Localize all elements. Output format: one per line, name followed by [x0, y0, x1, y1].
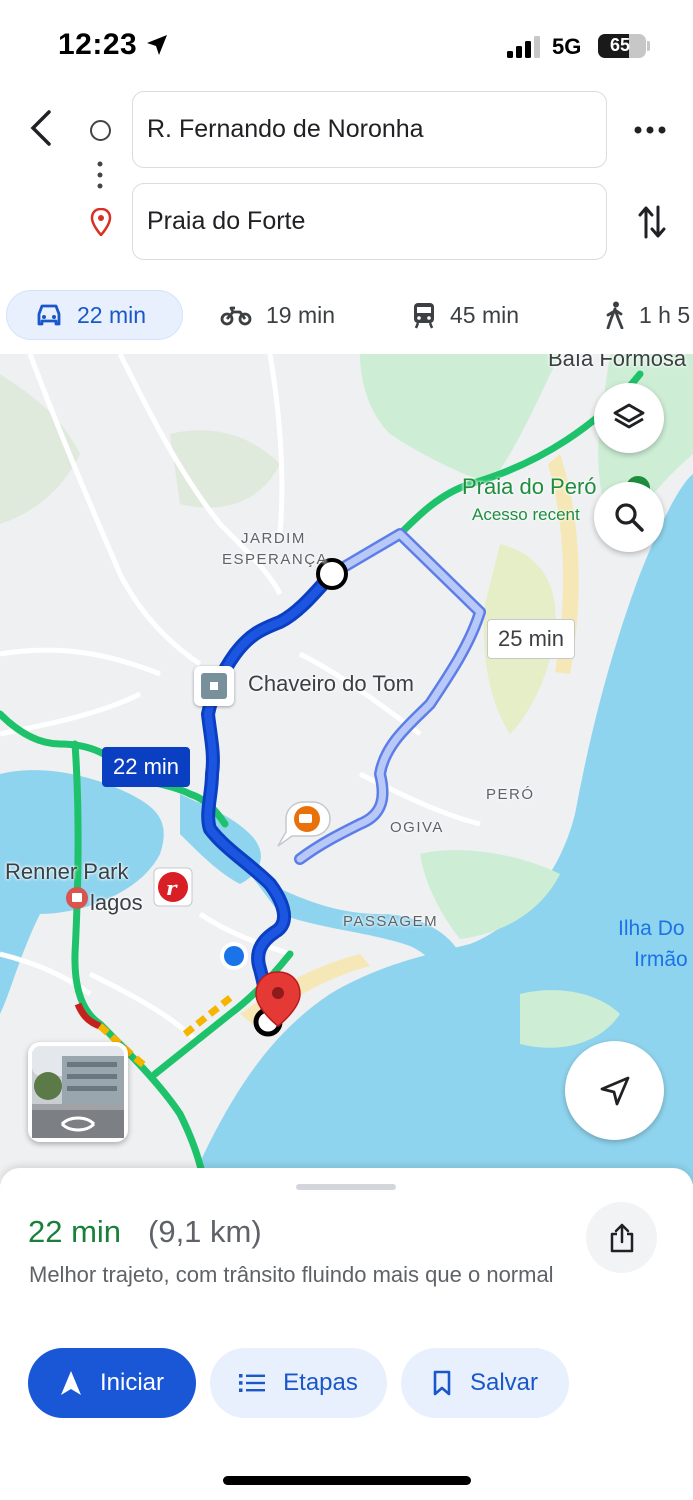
poi-marker[interactable]	[194, 666, 234, 706]
route-alternate-label[interactable]: 25 min	[487, 619, 576, 659]
tab-transit-label: 45 min	[450, 301, 520, 328]
map-label-ilha-line2: Irmão	[634, 948, 688, 971]
origin-input[interactable]: R. Fernando de Noronha	[132, 91, 607, 168]
share-button[interactable]	[586, 1202, 657, 1273]
network-type: 5G	[552, 34, 582, 59]
travel-mode-tabs: 22 min 19 min 45 min 1 h 5	[0, 288, 693, 344]
transit-icon	[414, 303, 434, 329]
route-eta: 22 min	[28, 1214, 122, 1249]
map-label-jardim: JARDIM	[241, 530, 306, 547]
battery-percent: 65	[609, 35, 631, 55]
start-label: Iniciar	[99, 1369, 165, 1396]
list-icon	[239, 1374, 266, 1392]
tab-transit[interactable]: 45 min	[412, 290, 519, 340]
navigation-arrow-icon	[600, 1076, 629, 1105]
map-label-pero: PERÓ	[486, 786, 535, 803]
map-label-esperanca: ESPERANÇA	[222, 551, 329, 568]
chevron-left-icon	[30, 110, 51, 146]
tab-motorcycle-label: 19 min	[266, 301, 336, 328]
tab-motorcycle[interactable]: 19 min	[220, 290, 335, 340]
steps-button[interactable]: Etapas	[210, 1348, 387, 1418]
map-label-ogiva: OGIVA	[390, 819, 444, 836]
route-distance: (9,1 km)	[148, 1214, 262, 1249]
map-label-acesso-recente: Acesso recent	[472, 505, 580, 524]
street-view-thumbnail[interactable]	[28, 1042, 128, 1142]
tab-walking-label: 1 h 5	[639, 301, 691, 328]
battery-icon: 65	[598, 34, 646, 58]
origin-marker-icon	[90, 120, 111, 141]
walk-icon	[606, 301, 624, 329]
swap-vertical-icon	[638, 205, 666, 239]
layers-button[interactable]	[594, 383, 664, 453]
map-view[interactable]: r Baía Formosa Praia do Peró Acesso rece…	[0, 354, 693, 1184]
save-label: Salvar	[469, 1369, 539, 1396]
route-dots-icon	[97, 161, 103, 189]
layers-icon	[613, 403, 645, 429]
steps-label: Etapas	[283, 1369, 358, 1396]
map-label-renner-park: Renner Park	[5, 859, 129, 884]
save-button[interactable]: Salvar	[401, 1348, 569, 1418]
sheet-drag-handle[interactable]	[296, 1184, 396, 1190]
more-options-button[interactable]	[628, 110, 672, 150]
tab-walking[interactable]: 1 h 5	[605, 290, 690, 340]
home-indicator[interactable]	[223, 1476, 471, 1485]
start-navigation-button[interactable]: Iniciar	[28, 1348, 196, 1418]
map-label-lagos: lagos	[90, 890, 143, 915]
status-bar: 12:23 5G 65	[0, 0, 693, 88]
route-summary-sheet: 22 min (9,1 km) Melhor trajeto, com trân…	[0, 1168, 693, 1500]
swap-button[interactable]	[632, 200, 672, 244]
map-label-chaveiro: Chaveiro do Tom	[248, 671, 414, 696]
route-description: Melhor trajeto, com trânsito fluindo mai…	[29, 1262, 554, 1287]
map-label-baia-formosa: Baía Formosa	[548, 354, 687, 371]
street-view-image	[32, 1046, 124, 1138]
motorcycle-icon	[220, 306, 252, 326]
map-label-passagem: PASSAGEM	[343, 913, 439, 930]
tab-driving[interactable]: 22 min	[6, 290, 183, 340]
destination-input[interactable]: Praia do Forte	[132, 183, 607, 260]
svg-text:r: r	[166, 876, 178, 900]
car-icon	[37, 304, 61, 326]
bookmark-icon	[433, 1370, 451, 1396]
tab-driving-label: 22 min	[77, 301, 147, 328]
recenter-button[interactable]	[565, 1041, 664, 1140]
back-button[interactable]	[22, 106, 58, 150]
more-horizontal-icon	[634, 126, 666, 134]
route-primary-label[interactable]: 22 min	[102, 747, 191, 787]
map-search-button[interactable]	[594, 482, 664, 552]
navigation-icon	[60, 1371, 81, 1395]
destination-pin-icon	[90, 208, 112, 236]
search-icon	[615, 503, 644, 532]
map-label-praia-do-pero: Praia do Peró	[462, 474, 597, 499]
signal-icon	[507, 36, 540, 58]
status-time: 12:23	[58, 28, 138, 61]
share-icon	[610, 1223, 633, 1252]
location-arrow-icon	[147, 35, 167, 55]
battery-cap	[647, 41, 650, 51]
map-label-ilha-line1: Ilha Do	[618, 917, 685, 940]
